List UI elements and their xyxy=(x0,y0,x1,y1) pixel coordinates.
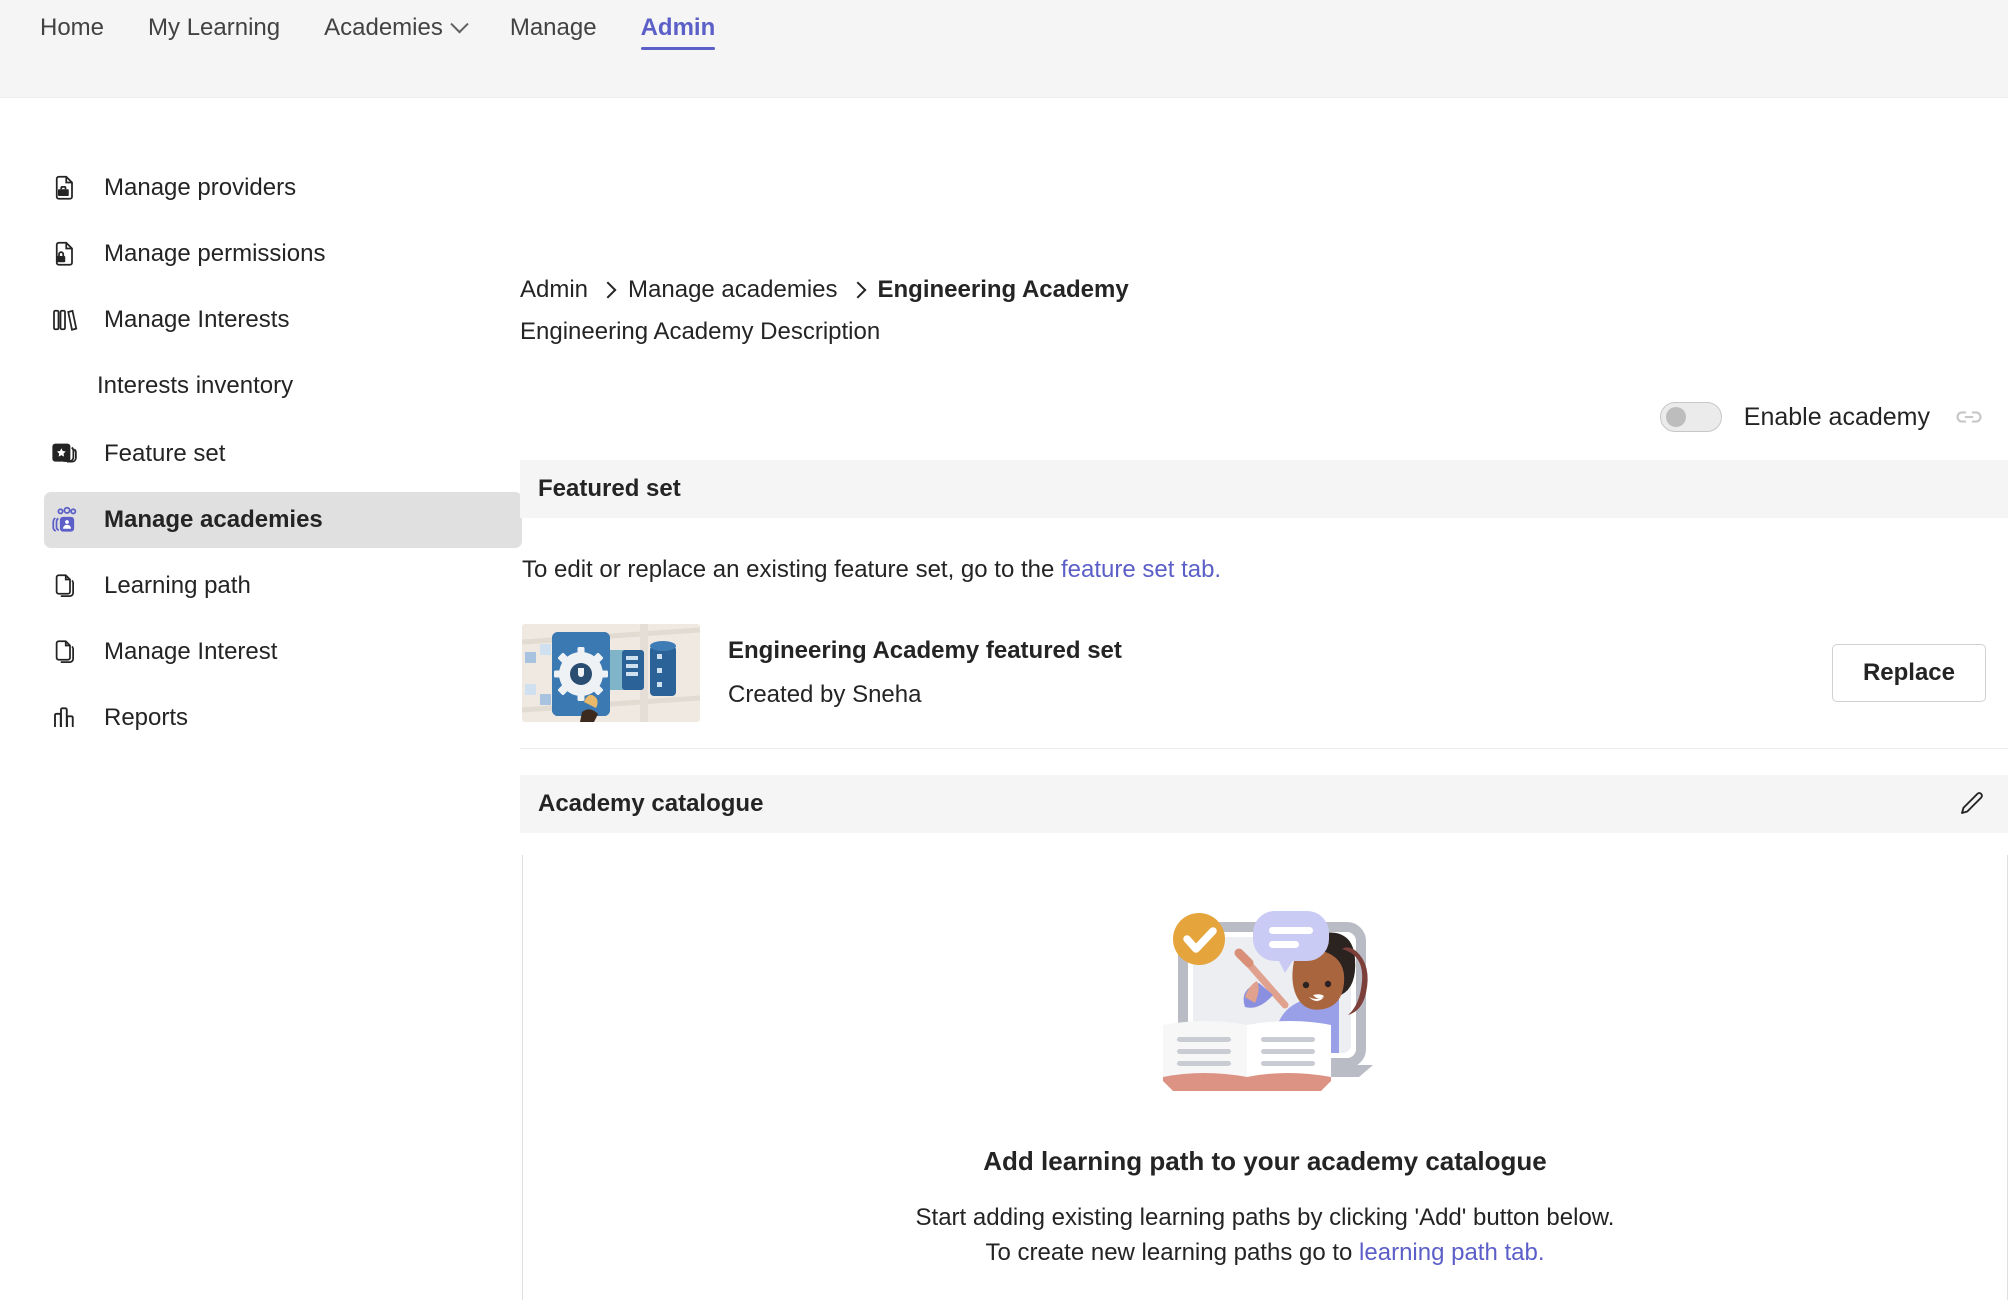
nav-item-home[interactable]: Home xyxy=(18,4,126,64)
sidebar-item-label: Manage Interests xyxy=(104,306,290,333)
enable-academy-label: Enable academy xyxy=(1743,402,1930,431)
breadcrumb-admin[interactable]: Admin xyxy=(520,276,588,304)
nav-item-label: Admin xyxy=(640,14,716,41)
breadcrumb-manage-academies[interactable]: Manage academies xyxy=(628,276,837,304)
academy-catalogue-empty-state: Add learning path to your academy catalo… xyxy=(522,855,2008,1300)
toggle-knob xyxy=(1665,407,1686,427)
academy-catalogue-section-header: Academy catalogue xyxy=(520,775,2008,833)
enable-academy-row: Enable academy xyxy=(520,400,2008,434)
sidebar-item-manage-academies[interactable]: Manage academies xyxy=(44,492,522,548)
nav-item-label: Academies xyxy=(324,14,443,41)
sidebar-item-feature-set[interactable]: Feature set xyxy=(44,426,522,482)
breadcrumb: Admin Manage academies Engineering Acade… xyxy=(520,276,2008,304)
nav-item-label: My Learning xyxy=(148,14,281,41)
sidebar-item-label: Manage Interest xyxy=(104,638,278,665)
admin-sidebar: Manage providers Manage permissions Mana… xyxy=(0,98,522,756)
featured-set-section-header: Featured set xyxy=(520,460,2008,518)
sidebar-item-manage-permissions[interactable]: Manage permissions xyxy=(44,226,522,282)
replace-button[interactable]: Replace xyxy=(1831,644,1986,702)
academy-catalogue-title: Academy catalogue xyxy=(538,790,764,817)
link-icon[interactable] xyxy=(1952,400,1986,434)
books-icon xyxy=(48,303,82,337)
people-group-icon xyxy=(48,503,82,537)
chevron-right-icon xyxy=(849,281,866,299)
document-copy-icon xyxy=(48,635,82,669)
main-content: Admin Manage academies Engineering Acade… xyxy=(520,98,2008,1300)
nav-item-my-learning[interactable]: My Learning xyxy=(126,4,302,64)
sidebar-item-label: Manage providers xyxy=(104,174,297,201)
nav-item-label: Home xyxy=(40,14,105,41)
enable-academy-toggle[interactable] xyxy=(1659,402,1722,432)
feature-set-tab-link[interactable]: feature set tab. xyxy=(1061,556,1221,583)
featured-set-title: Featured set xyxy=(538,475,681,502)
sidebar-item-manage-interests[interactable]: Manage Interests xyxy=(44,292,522,348)
featured-set-card-subtitle: Created by Sneha xyxy=(728,681,922,708)
star-stack-icon xyxy=(48,437,82,471)
empty-state-line2-prefix: To create new learning paths go to xyxy=(985,1238,1360,1266)
featured-set-thumbnail xyxy=(522,624,700,722)
sidebar-item-learning-path[interactable]: Learning path xyxy=(44,558,522,614)
top-navigation-bar: Home My Learning Academies Manage Admin xyxy=(0,0,2008,98)
document-lock-icon xyxy=(48,237,82,271)
breadcrumb-current: Engineering Academy xyxy=(877,276,1129,303)
sidebar-item-label: Manage permissions xyxy=(104,240,326,267)
empty-state-line1: Start adding existing learning paths by … xyxy=(915,1204,1615,1231)
nav-item-academies[interactable]: Academies xyxy=(302,4,488,64)
pencil-icon[interactable] xyxy=(1956,789,1986,819)
document-toolbox-icon xyxy=(48,171,82,205)
featured-set-helper: To edit or replace an existing feature s… xyxy=(522,518,2008,584)
sidebar-item-label: Interests inventory xyxy=(97,372,294,399)
sidebar-item-interests-inventory[interactable]: Interests inventory xyxy=(44,358,522,414)
empty-state-description: Start adding existing learning paths by … xyxy=(916,1201,1615,1271)
nav-item-manage[interactable]: Manage xyxy=(488,4,619,64)
featured-set-meta: Engineering Academy featured set Created… xyxy=(728,637,1804,709)
nav-item-label: Manage xyxy=(509,14,597,41)
featured-set-body: To edit or replace an existing feature s… xyxy=(520,518,2008,749)
learning-path-tab-link[interactable]: learning path tab. xyxy=(1359,1239,1544,1266)
featured-set-card: Engineering Academy featured set Created… xyxy=(520,598,2008,749)
chevron-right-icon xyxy=(599,281,617,299)
nav-item-admin[interactable]: Admin xyxy=(619,4,738,64)
page-description: Engineering Academy Description xyxy=(520,318,881,345)
sidebar-item-label: Learning path xyxy=(104,572,251,599)
featured-set-helper-prefix: To edit or replace an existing feature s… xyxy=(522,556,1061,583)
bar-chart-icon xyxy=(48,701,82,735)
sidebar-item-label: Reports xyxy=(104,704,189,731)
sidebar-item-label: Feature set xyxy=(104,440,226,467)
sidebar-item-manage-providers[interactable]: Manage providers xyxy=(44,160,522,216)
empty-state-title: Add learning path to your academy catalo… xyxy=(983,1146,1547,1176)
featured-set-card-title: Engineering Academy featured set xyxy=(728,637,1122,664)
chevron-down-icon xyxy=(450,14,469,33)
document-copy-icon xyxy=(48,569,82,603)
empty-state-illustration xyxy=(1137,889,1393,1110)
sidebar-item-reports[interactable]: Reports xyxy=(44,690,522,746)
sidebar-item-manage-interest[interactable]: Manage Interest xyxy=(44,624,522,680)
sidebar-item-label: Manage academies xyxy=(104,506,323,533)
